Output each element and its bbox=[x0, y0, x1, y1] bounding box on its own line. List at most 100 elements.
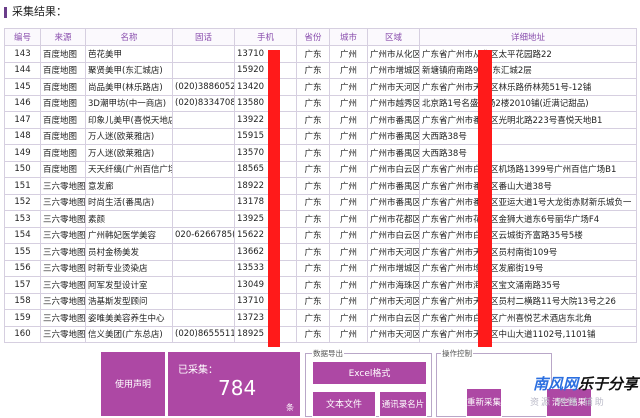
table-row[interactable]: 150 百度地图 天天纤缡(广州百信广场 18565 广东 广州 广州市白云区 广东省广州市白… bbox=[4, 160, 637, 178]
table-row[interactable]: 145 百度地图 尚品美甲(林乐路店) (020)3886052 13420 广东 广州 广州… bbox=[4, 78, 637, 96]
table-cell: 广州 bbox=[329, 127, 368, 145]
table-cell: 广东 bbox=[296, 177, 330, 195]
table-row[interactable]: 146 百度地图 3D潮甲坊(中一商店) (020)8334708 13580 广东 广州广… bbox=[4, 94, 637, 112]
ops-group-label: 操作控制 bbox=[441, 348, 473, 359]
table-cell: 广州市花都区 bbox=[367, 210, 420, 228]
section-title: 采集结果： bbox=[4, 3, 67, 19]
results-table: 编号 来源 名称 固话 手机 省份 城市 区域 详细地址 143 百度地图 芭花美甲 13710 广东广… bbox=[4, 28, 637, 343]
export-excel-button[interactable]: Excel格式 bbox=[312, 361, 427, 385]
table-cell: 广州 bbox=[329, 292, 368, 310]
table-cell: 广东省广州市天河区员村南街109号 bbox=[419, 243, 637, 261]
table-cell: 信义美团(广东总店) bbox=[85, 325, 173, 343]
table-cell: 印象儿美甲(喜悦天地店) bbox=[85, 111, 173, 129]
table-cell: 广东省广州市番禺区亚运大道1号大龙街赤财新乐城负一 bbox=[419, 193, 637, 211]
column-header[interactable]: 城市 bbox=[329, 28, 368, 46]
table-cell: 3D潮甲坊(中一商店) bbox=[85, 94, 173, 112]
column-header[interactable]: 名称 bbox=[85, 28, 173, 46]
table-cell: 广东省广州市增城区发廊街19号 bbox=[419, 259, 637, 277]
table-cell: 广州 bbox=[329, 210, 368, 228]
export-vcard-button[interactable]: 通讯录名片 bbox=[379, 391, 427, 417]
export-text-button[interactable]: 文本文件 bbox=[312, 391, 376, 417]
table-cell: 广州市越秀区 bbox=[367, 94, 420, 112]
collected-unit: 条 bbox=[286, 403, 294, 412]
table-cell: 三六零地图 bbox=[40, 276, 86, 294]
table-cell: 广州 bbox=[329, 243, 368, 261]
table-cell: 三六零地图 bbox=[40, 177, 86, 195]
table-row[interactable]: 157三六零地图阿军发型设计室 13049广东广州广州市海珠区广东省广州市海珠区宝… bbox=[4, 276, 637, 294]
table-cell: 160 bbox=[4, 325, 41, 343]
table-cell: 广东 bbox=[296, 292, 330, 310]
table-row[interactable]: 160 三六零地图 信义美团(广东总店) (020)8655511 18925 广东 广州广… bbox=[4, 325, 637, 343]
table-cell: 广东 bbox=[296, 144, 330, 162]
table-cell: 15920 bbox=[234, 61, 297, 79]
table-cell: 广州市番禺区 bbox=[367, 193, 420, 211]
restart-label: 重新采集 bbox=[467, 398, 502, 408]
column-header[interactable]: 手机 bbox=[234, 28, 297, 46]
table-row[interactable]: 153 三六零地图 素颜 13925 广东 广州 广州市花都区 广东省广州市花都区金狮大道东6… bbox=[4, 210, 637, 228]
table-cell: 154 bbox=[4, 226, 41, 244]
table-cell bbox=[172, 276, 235, 294]
table-cell: 广东省广州市白云区云城街齐富路35号5楼 bbox=[419, 226, 637, 244]
table-row[interactable]: 148 百度地图 万人迷(欧莱雅店) 15915 广东 广州 广州市番禺区 大西路38号 bbox=[4, 127, 637, 145]
table-cell: 13723 bbox=[234, 309, 297, 327]
table-cell: 广州市增城区 bbox=[367, 61, 420, 79]
table-cell: 广州市番禺区 bbox=[367, 144, 420, 162]
table-cell: 150 bbox=[4, 160, 41, 178]
table-cell: 广东 bbox=[296, 243, 330, 261]
table-cell: 广州 bbox=[329, 111, 368, 129]
table-row[interactable]: 143百度地图芭花美甲 13710广东广州广州市从化区广东省广州市从化区太平花园路… bbox=[4, 45, 637, 63]
table-row[interactable]: 158 三六零地图 浩基斯发型顾问 13710 广东 广州 广州市天河区 广东省广州市天河区员… bbox=[4, 292, 637, 310]
table-cell bbox=[172, 177, 235, 195]
column-header[interactable]: 省份 bbox=[296, 28, 330, 46]
table-cell: 广东省广州市番禺区光明北路223号喜悦天地B1 bbox=[419, 111, 637, 129]
table-cell: 广州市天河区 bbox=[367, 78, 420, 96]
table-cell: 广东省广州市天河区中山大道1102号,1101铺 bbox=[419, 325, 637, 343]
table-row[interactable]: 159 三六零地图 姿唯美美容养生中心 13723 广东 广州 广州市白云区 广东省广州市白云… bbox=[4, 309, 637, 327]
table-cell: 北京路1号名盛广场2楼2010铺(近满记甜品) bbox=[419, 94, 637, 112]
table-row[interactable]: 147 百度地图 印象儿美甲(喜悦天地店) 13922 广东 广州 广州市番禺区 广东省广州市… bbox=[4, 111, 637, 129]
usage-statement-button[interactable]: 使用声明 bbox=[100, 351, 166, 417]
table-row[interactable]: 149 百度地图 万人迷(欧莱雅店) 13570 广东 广州 广州市番禺区 大西路38号 bbox=[4, 144, 637, 162]
table-cell: 广州 bbox=[329, 325, 368, 343]
table-cell: 158 bbox=[4, 292, 41, 310]
table-row[interactable]: 151三六零地图意发廊 18922广东广州广州市番禺区广东省广州市番禺区番山大道3… bbox=[4, 177, 637, 195]
redaction-mask-phone bbox=[268, 50, 280, 347]
table-cell: 广州市白云区 bbox=[367, 160, 420, 178]
table-row[interactable]: 144 百度地图 聚贤美甲(东汇城店) 15920 广东 广州 广州市增城区 新塘镇府南路98… bbox=[4, 61, 637, 79]
column-header[interactable]: 来源 bbox=[40, 28, 86, 46]
table-cell: 广东 bbox=[296, 193, 330, 211]
table-cell: 13922 bbox=[234, 111, 297, 129]
table-cell: 广州 bbox=[329, 160, 368, 178]
table-cell: 芭花美甲 bbox=[85, 45, 173, 63]
export-excel-label: Excel格式 bbox=[348, 369, 391, 379]
restart-button[interactable]: 重新采集 bbox=[466, 388, 502, 417]
table-cell: 广州市番禺区 bbox=[367, 127, 420, 145]
table-row[interactable]: 152 三六零地图 时尚生活(番禺店) 13178 广东 广州 广州市番禺区 广东省广州市番禺… bbox=[4, 193, 637, 211]
table-cell: 万人迷(欧莱雅店) bbox=[85, 127, 173, 145]
table-cell: 百度地图 bbox=[40, 144, 86, 162]
title-accent-bar bbox=[4, 6, 7, 18]
table-cell: 百度地图 bbox=[40, 45, 86, 63]
table-cell: 素颜 bbox=[85, 210, 173, 228]
export-vcard-label: 通讯录名片 bbox=[381, 400, 425, 410]
table-row[interactable]: 154 三六零地图 广州韩妃医学美容 020-6266785(15622 广东 广州 广州市… bbox=[4, 226, 637, 244]
table-cell: 广州韩妃医学美容 bbox=[85, 226, 173, 244]
table-cell: 广州市天河区 bbox=[367, 325, 420, 343]
watermark-sub: 资源 网赚 辅助 bbox=[530, 398, 606, 408]
table-cell: 020-6266785( bbox=[172, 226, 235, 244]
column-header[interactable]: 详细地址 bbox=[419, 28, 637, 46]
column-header[interactable]: 区域 bbox=[367, 28, 420, 46]
table-cell: 广东 bbox=[296, 325, 330, 343]
watermark-brand-black: 乐于分享 bbox=[577, 375, 638, 393]
column-header[interactable]: 编号 bbox=[4, 28, 41, 46]
table-row[interactable]: 156三六零地图时新专业烫染店 13533广东广州广州市增城区广东省广州市增城区发… bbox=[4, 259, 637, 277]
table-row[interactable]: 155三六零地图员村金杨美发 13662广东广州广州市天河区广东省广州市天河区员村… bbox=[4, 243, 637, 261]
table-cell: 百度地图 bbox=[40, 78, 86, 96]
collected-label: 已采集： bbox=[178, 365, 218, 376]
table-cell: 144 bbox=[4, 61, 41, 79]
table-cell: 大西路38号 bbox=[419, 144, 637, 162]
column-header[interactable]: 固话 bbox=[172, 28, 235, 46]
table-cell: 大西路38号 bbox=[419, 127, 637, 145]
table-cell bbox=[172, 193, 235, 211]
table-cell: 广州市白云区 bbox=[367, 309, 420, 327]
